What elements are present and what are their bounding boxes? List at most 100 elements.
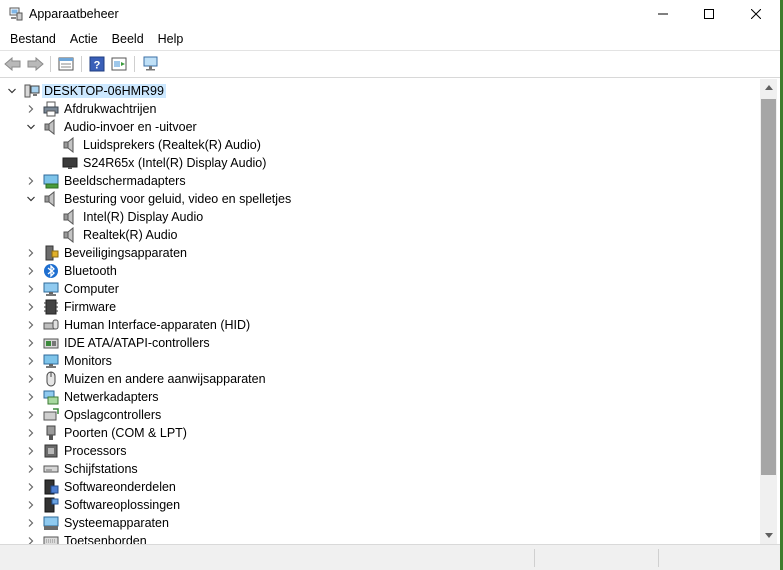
close-button[interactable] xyxy=(733,0,779,28)
tree-node-label: Realtek(R) Audio xyxy=(83,228,178,242)
tree-device-row[interactable]: Intel(R) Display Audio xyxy=(0,208,760,226)
chevron-right-icon[interactable] xyxy=(26,320,36,330)
tree-node-label: S24R65x (Intel(R) Display Audio) xyxy=(83,156,267,170)
device-manager-icon xyxy=(9,7,23,21)
menu-help[interactable]: Help xyxy=(151,28,191,50)
chevron-right-icon[interactable] xyxy=(26,518,36,528)
device-tree: DESKTOP-06HMR99 Afdrukwachtrijen Audio-in… xyxy=(0,79,760,544)
tree-node-label: Softwareonderdelen xyxy=(64,480,176,494)
tree-category-row[interactable]: Afdrukwachtrijen xyxy=(0,100,760,118)
processor-icon xyxy=(43,443,59,459)
chevron-right-icon[interactable] xyxy=(26,446,36,456)
chevron-right-icon[interactable] xyxy=(26,302,36,312)
tree-category-row[interactable]: Audio-invoer en -uitvoer xyxy=(0,118,760,136)
tree-category-row[interactable]: Monitors xyxy=(0,352,760,370)
svg-text:?: ? xyxy=(94,60,101,72)
vertical-scrollbar[interactable] xyxy=(760,79,777,544)
tree-category-row[interactable]: Firmware xyxy=(0,298,760,316)
disk-drive-icon xyxy=(43,461,59,477)
menu-actie[interactable]: Actie xyxy=(63,28,105,50)
chevron-right-icon[interactable] xyxy=(26,284,36,294)
tree-category-row[interactable]: Besturing voor geluid, video en spelletj… xyxy=(0,190,760,208)
chevron-right-icon[interactable] xyxy=(26,536,36,544)
port-icon xyxy=(43,425,59,441)
tree-node-label: Besturing voor geluid, video en spelletj… xyxy=(64,192,292,206)
tree-category-row[interactable]: Systeemapparaten xyxy=(0,514,760,532)
chevron-right-icon[interactable] xyxy=(26,248,36,258)
chevron-right-icon[interactable] xyxy=(26,464,36,474)
tree-category-row[interactable]: Muizen en andere aanwijsapparaten xyxy=(0,370,760,388)
toolbar: ? xyxy=(0,50,780,78)
tree-category-row[interactable]: Toetsenborden xyxy=(0,532,760,544)
tree-node-label: Poorten (COM & LPT) xyxy=(64,426,187,440)
scrollbar-thumb[interactable] xyxy=(761,99,776,475)
maximize-button[interactable] xyxy=(686,0,732,28)
software-device-icon xyxy=(43,497,59,513)
chevron-right-icon[interactable] xyxy=(26,338,36,348)
tree-device-row[interactable]: S24R65x (Intel(R) Display Audio) xyxy=(0,154,760,172)
tree-category-row[interactable]: Softwareonderdelen xyxy=(0,478,760,496)
chevron-right-icon[interactable] xyxy=(26,176,36,186)
network-adapter-icon xyxy=(43,389,59,405)
chevron-down-icon[interactable] xyxy=(7,86,17,96)
tree-device-row[interactable]: Realtek(R) Audio xyxy=(0,226,760,244)
properties-view-icon[interactable] xyxy=(56,55,76,73)
menu-beeld[interactable]: Beeld xyxy=(105,28,151,50)
bluetooth-icon xyxy=(43,263,59,279)
chevron-right-icon[interactable] xyxy=(26,266,36,276)
tree-node-label: Schijfstations xyxy=(64,462,138,476)
keyboard-icon xyxy=(43,533,59,544)
tree-device-row[interactable]: Luidsprekers (Realtek(R) Audio) xyxy=(0,136,760,154)
scan-monitor-icon[interactable] xyxy=(141,55,161,73)
tree-category-row[interactable]: Computer xyxy=(0,280,760,298)
forward-icon[interactable] xyxy=(25,55,45,73)
monitor-icon xyxy=(43,353,59,369)
menu-bestand[interactable]: Bestand xyxy=(0,28,63,50)
tree-root[interactable]: DESKTOP-06HMR99 xyxy=(0,82,760,100)
chevron-right-icon[interactable] xyxy=(26,410,36,420)
computer-icon xyxy=(43,281,59,297)
tree-node-label: Processors xyxy=(64,444,127,458)
tree-node-label: Human Interface-apparaten (HID) xyxy=(64,318,251,332)
window-title: Apparaatbeheer xyxy=(29,7,119,21)
tree-category-row[interactable]: Opslagcontrollers xyxy=(0,406,760,424)
tree-node-label: Netwerkadapters xyxy=(64,390,159,404)
tree-category-row[interactable]: Human Interface-apparaten (HID) xyxy=(0,316,760,334)
tree-node-label: Computer xyxy=(64,282,119,296)
tree-node-label: Bluetooth xyxy=(64,264,117,278)
speaker-icon xyxy=(62,208,78,226)
chevron-right-icon[interactable] xyxy=(26,356,36,366)
tree-category-row[interactable]: Netwerkadapters xyxy=(0,388,760,406)
chevron-right-icon[interactable] xyxy=(26,482,36,492)
help-icon[interactable]: ? xyxy=(87,55,107,73)
tree-category-row[interactable]: IDE ATA/ATAPI-controllers xyxy=(0,334,760,352)
tree-node-label: Audio-invoer en -uitvoer xyxy=(64,120,197,134)
tree-category-row[interactable]: Poorten (COM & LPT) xyxy=(0,424,760,442)
tree-node-label: Monitors xyxy=(64,354,112,368)
chevron-down-icon[interactable] xyxy=(26,194,36,204)
update-driver-icon[interactable] xyxy=(109,55,129,73)
tree-category-row[interactable]: Beeldschermadapters xyxy=(0,172,760,190)
device-manager-window: Apparaatbeheer Bestand Actie Beeld Help … xyxy=(0,0,780,570)
mouse-icon xyxy=(43,371,59,387)
tree-category-row[interactable]: Softwareoplossingen xyxy=(0,496,760,514)
chevron-right-icon[interactable] xyxy=(26,500,36,510)
root-label: DESKTOP-06HMR99 xyxy=(42,84,166,98)
title-bar[interactable]: Apparaatbeheer xyxy=(0,0,780,28)
scroll-down-icon[interactable] xyxy=(760,527,777,544)
tree-node-label: Intel(R) Display Audio xyxy=(83,210,204,224)
back-icon[interactable] xyxy=(3,55,23,73)
printer-icon xyxy=(43,101,59,117)
chevron-right-icon[interactable] xyxy=(26,104,36,114)
tree-category-row[interactable]: Processors xyxy=(0,442,760,460)
chevron-right-icon[interactable] xyxy=(26,428,36,438)
scroll-up-icon[interactable] xyxy=(760,79,777,96)
tree-category-row[interactable]: Schijfstations xyxy=(0,460,760,478)
tree-category-row[interactable]: Beveiligingsapparaten xyxy=(0,244,760,262)
minimize-button[interactable] xyxy=(640,0,686,28)
chevron-right-icon[interactable] xyxy=(26,392,36,402)
chevron-down-icon[interactable] xyxy=(26,122,36,132)
speaker-icon xyxy=(43,190,59,208)
tree-category-row[interactable]: Bluetooth xyxy=(0,262,760,280)
chevron-right-icon[interactable] xyxy=(26,374,36,384)
